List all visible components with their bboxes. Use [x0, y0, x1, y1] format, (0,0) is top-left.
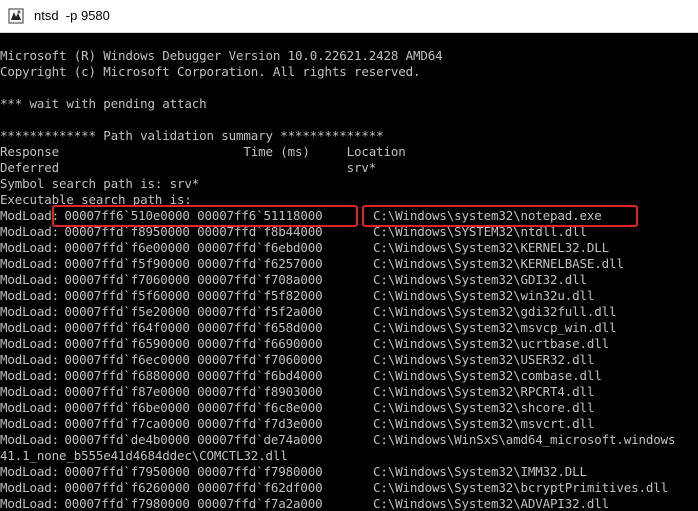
- modload-list: ModLoad: 00007ffd`f7950000 00007ffd`f798…: [0, 464, 675, 511]
- modload-prefix: ModLoad:: [0, 416, 60, 431]
- modload-prefix: ModLoad:: [0, 240, 60, 255]
- console-line-wrap: 41.1_none_b555e41d4684ddec\COMCTL32.dll: [0, 448, 288, 463]
- modload-path: C:\Windows\System32\bcryptPrimitives.dll: [373, 480, 669, 495]
- modload-path: C:\Windows\System32\IMM32.DLL: [373, 464, 587, 479]
- modload-address-range: 00007ffd`f8950000 00007ffd`f8b44000: [57, 224, 323, 239]
- modload-address-range: 00007ffd`f7950000 00007ffd`f7980000: [57, 464, 323, 479]
- modload-address-range: 00007ffd`de4b0000 00007ffd`de74a000: [57, 432, 323, 447]
- modload-row: ModLoad: 00007ffd`f6e00000 00007ffd`f6eb…: [0, 240, 675, 256]
- modload-path: C:\Windows\System32\shcore.dll: [373, 400, 595, 415]
- modload-prefix: ModLoad:: [0, 256, 60, 271]
- modload-row: ModLoad: 00007ffd`f6260000 00007ffd`f62d…: [0, 480, 675, 496]
- modload-path: C:\Windows\System32\USER32.dll: [373, 352, 595, 367]
- modload-prefix: ModLoad:: [0, 432, 60, 447]
- modload-path: C:\Windows\System32\KERNELBASE.dll: [373, 256, 624, 271]
- console-line-symbol-path: Symbol search path is: srv*: [0, 176, 200, 191]
- modload-address-range: 00007ffd`f7980000 00007ffd`f7a2a000: [57, 496, 323, 511]
- modload-row: ModLoad: 00007ffd`f7ca0000 00007ffd`f7d3…: [0, 416, 675, 432]
- modload-prefix: ModLoad:: [0, 368, 60, 383]
- modload-path: C:\Windows\WinSxS\amd64_microsoft.window…: [373, 432, 676, 447]
- modload-address-range: 00007ffd`f7060000 00007ffd`f708a000: [57, 272, 323, 287]
- modload-address-range: 00007ffd`f5f60000 00007ffd`f5f82000: [57, 288, 323, 303]
- modload-prefix: ModLoad:: [0, 480, 60, 495]
- console-line-path-summary: ************* Path validation summary **…: [0, 128, 384, 143]
- modload-row: ModLoad: 00007ffd`f64f0000 00007ffd`f658…: [0, 320, 675, 336]
- modload-prefix: ModLoad:: [0, 384, 60, 399]
- modload-path: C:\Windows\System32\RPCRT4.dll: [373, 384, 595, 399]
- modload-address-range: 00007ffd`f87e0000 00007ffd`f8903000: [57, 384, 323, 399]
- modload-prefix: ModLoad:: [0, 304, 60, 319]
- modload-address-range: 00007ffd`f6e00000 00007ffd`f6ebd000: [57, 240, 323, 255]
- modload-address-range: 00007ffd`f6be0000 00007ffd`f6c8e000: [57, 400, 323, 415]
- modload-path: C:\Windows\System32\ucrtbase.dll: [373, 336, 610, 351]
- modload-prefix: ModLoad:: [0, 400, 60, 415]
- modload-path: C:\Windows\System32\GDI32.dll: [373, 272, 587, 287]
- modload-address-range: 00007ffd`f6880000 00007ffd`f6bd4000: [57, 368, 323, 383]
- modload-row: ModLoad: 00007ffd`f6590000 00007ffd`f669…: [0, 336, 675, 352]
- modload-path: C:\Windows\System32\win32u.dll: [373, 288, 595, 303]
- modload-address-range: 00007ffd`f5e20000 00007ffd`f5f2a000: [57, 304, 323, 319]
- modload-row: ModLoad: 00007ffd`f7980000 00007ffd`f7a2…: [0, 496, 675, 511]
- modload-address-range: 00007ffd`f5f90000 00007ffd`f6257000: [57, 256, 323, 271]
- console-line-table-header: Response Time (ms) Location: [0, 144, 406, 159]
- modload-prefix: ModLoad:: [0, 272, 60, 287]
- modload-path: C:\Windows\System32\msvcp_win.dll: [373, 320, 617, 335]
- modload-row: ModLoad: 00007ffd`f6ec0000 00007ffd`f706…: [0, 352, 675, 368]
- modload-path: C:\Windows\System32\ADVAPI32.dll: [373, 496, 610, 511]
- modload-address-range: 00007ffd`f6ec0000 00007ffd`f7060000: [57, 352, 323, 367]
- modload-row: ModLoad: 00007ffd`f87e0000 00007ffd`f890…: [0, 384, 675, 400]
- modload-prefix: ModLoad:: [0, 288, 60, 303]
- modload-path: C:\Windows\System32\msvcrt.dll: [373, 416, 595, 431]
- console-line-blank: [0, 112, 675, 128]
- modload-address-range: 00007ffd`f6590000 00007ffd`f6690000: [57, 336, 323, 351]
- debugger-icon: [8, 8, 24, 24]
- modload-prefix: ModLoad:: [0, 336, 60, 351]
- console-line-wait: *** wait with pending attach: [0, 96, 207, 111]
- modload-path: C:\Windows\system32\notepad.exe: [373, 208, 602, 223]
- modload-path: C:\Windows\System32\KERNEL32.DLL: [373, 240, 610, 255]
- modload-row: ModLoad: 00007ff6`510e0000 00007ff6`5111…: [0, 208, 675, 224]
- modload-address-range: 00007ffd`f7ca0000 00007ffd`f7d3e000: [57, 416, 323, 431]
- modload-list: ModLoad: 00007ff6`510e0000 00007ff6`5111…: [0, 208, 676, 448]
- title-bar[interactable]: ntsd -p 9580: [0, 0, 698, 33]
- modload-address-range: 00007ffd`f64f0000 00007ffd`f658d000: [57, 320, 323, 335]
- modload-path: C:\Windows\SYSTEM32\ntdll.dll: [373, 224, 587, 239]
- modload-row: ModLoad: 00007ffd`f7950000 00007ffd`f798…: [0, 464, 675, 480]
- console-output[interactable]: Microsoft (R) Windows Debugger Version 1…: [0, 33, 698, 511]
- modload-address-range: 00007ff6`510e0000 00007ff6`51118000: [57, 208, 323, 223]
- console-line-header-2: Copyright (c) Microsoft Corporation. All…: [0, 64, 421, 79]
- modload-row: ModLoad: 00007ffd`de4b0000 00007ffd`de74…: [0, 432, 676, 448]
- modload-prefix: ModLoad:: [0, 208, 60, 223]
- console-line-blank: [0, 80, 675, 96]
- modload-row: ModLoad: 00007ffd`f5e20000 00007ffd`f5f2…: [0, 304, 675, 320]
- console-line-table-row: Deferred srv*: [0, 160, 377, 175]
- modload-row: ModLoad: 00007ffd`f6be0000 00007ffd`f6c8…: [0, 400, 675, 416]
- console-line-header-1: Microsoft (R) Windows Debugger Version 1…: [0, 48, 443, 63]
- modload-prefix: ModLoad:: [0, 224, 60, 239]
- modload-prefix: ModLoad:: [0, 496, 60, 511]
- modload-address-range: 00007ffd`f6260000 00007ffd`f62df000: [57, 480, 323, 495]
- modload-row: ModLoad: 00007ffd`f6880000 00007ffd`f6bd…: [0, 368, 675, 384]
- modload-row: ModLoad: 00007ffd`f7060000 00007ffd`f708…: [0, 272, 675, 288]
- modload-row: ModLoad: 00007ffd`f5f60000 00007ffd`f5f8…: [0, 288, 675, 304]
- modload-path: C:\Windows\System32\gdi32full.dll: [373, 304, 617, 319]
- console-line-exec-path: Executable search path is:: [0, 192, 192, 207]
- modload-path: C:\Windows\System32\combase.dll: [373, 368, 602, 383]
- modload-prefix: ModLoad:: [0, 464, 60, 479]
- modload-row: ModLoad: 00007ffd`f8950000 00007ffd`f8b4…: [0, 224, 675, 240]
- modload-prefix: ModLoad:: [0, 320, 60, 335]
- console-lines: Microsoft (R) Windows Debugger Version 1…: [0, 48, 676, 511]
- window-title: ntsd -p 9580: [34, 8, 110, 23]
- modload-prefix: ModLoad:: [0, 352, 60, 367]
- modload-row: ModLoad: 00007ffd`f5f90000 00007ffd`f625…: [0, 256, 675, 272]
- debugger-window: ntsd -p 9580 Microsoft (R) Windows Debug…: [0, 0, 698, 511]
